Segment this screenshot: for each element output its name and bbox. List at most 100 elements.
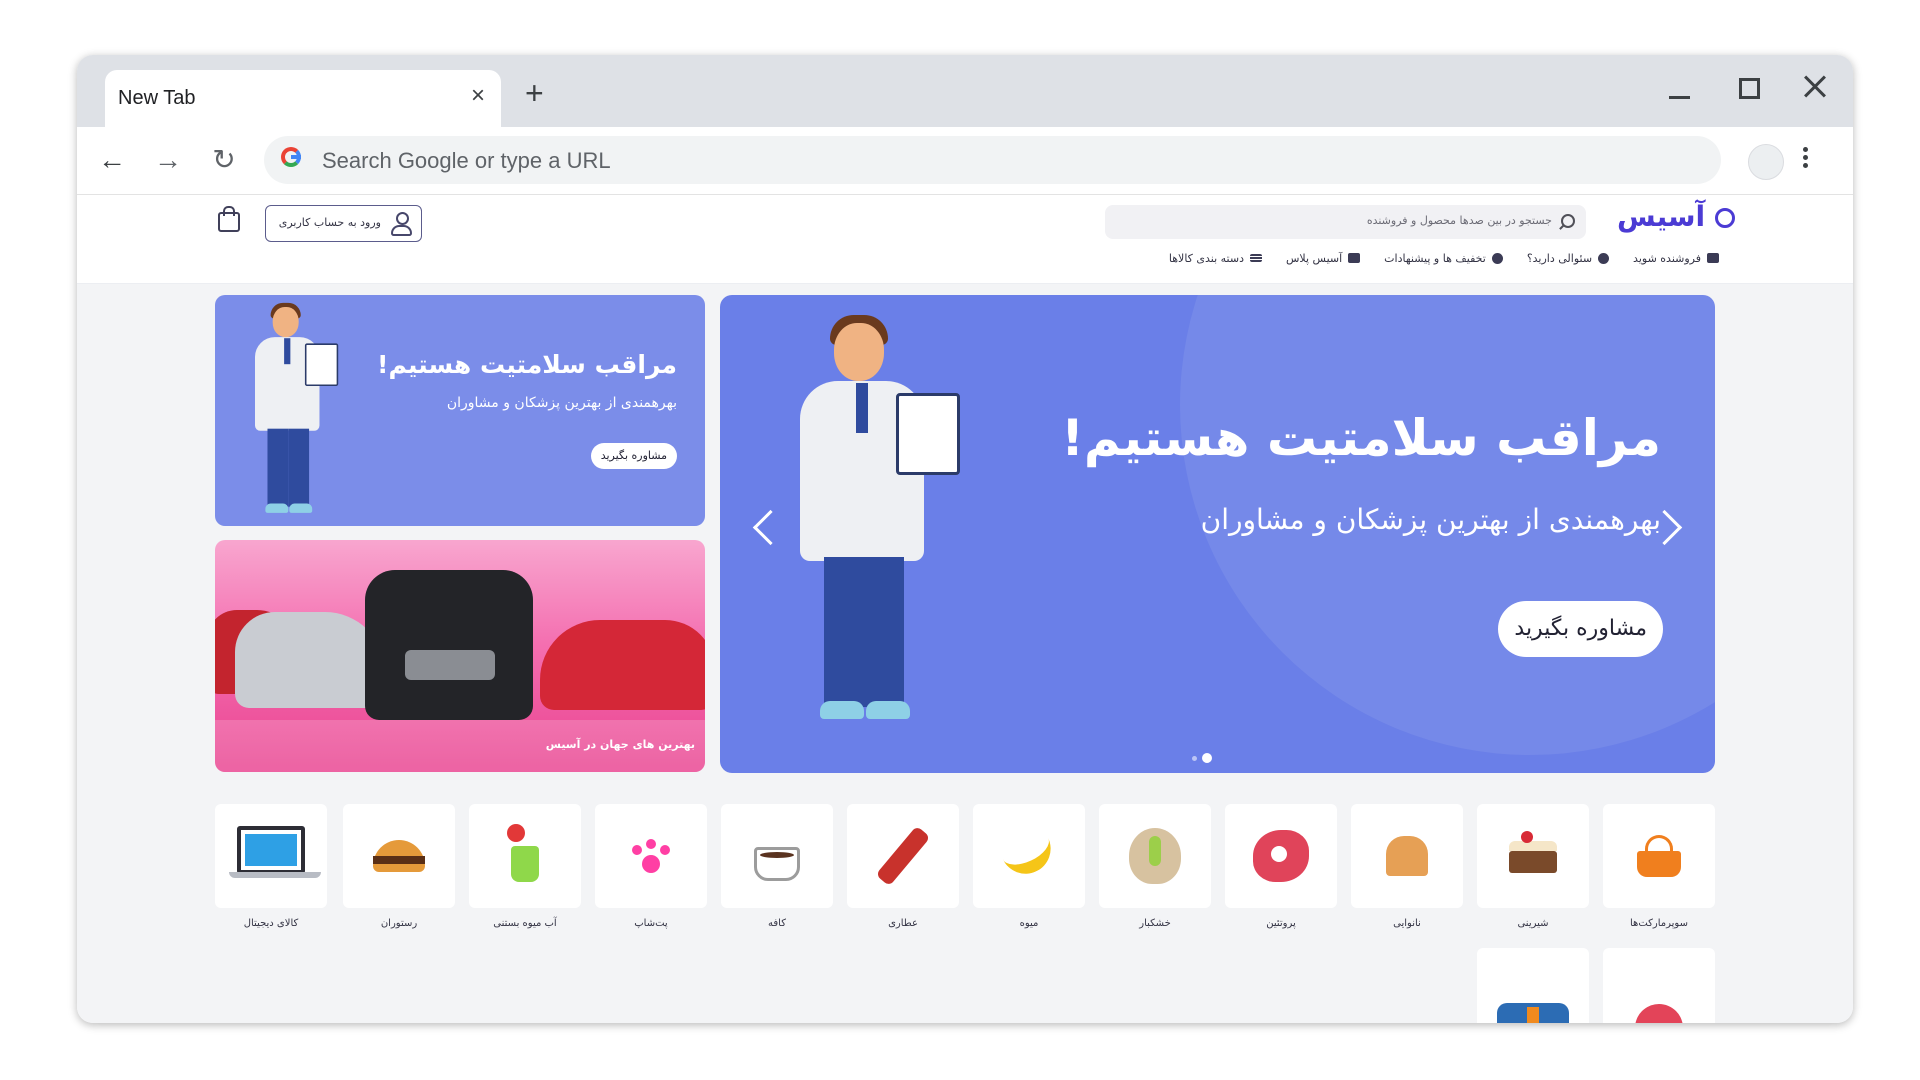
forward-arrow-icon[interactable]: → [153,145,183,175]
menu-item-label: آسیس پلاس [1286,251,1343,265]
profile-avatar[interactable] [1748,144,1784,180]
juice-icon [507,824,539,882]
category-nuts[interactable]: خشکبار [1099,804,1211,929]
category-fruit[interactable]: میوه [973,804,1085,929]
category-bakery[interactable]: نانوایی [1351,804,1463,929]
logo-ring-icon [1714,208,1735,228]
store-icon [1707,253,1719,263]
tab-close-icon[interactable]: × [471,84,485,108]
maximize-icon[interactable] [1728,67,1768,107]
category-restaurant[interactable]: رستوران [343,804,455,929]
clipboard-icon [896,393,960,475]
site-search-input[interactable]: جستجو در بین صدها محصول و فروشنده [1105,205,1586,239]
browser-toolbar: ← → ↻ Search Google or type a URL [77,127,1853,195]
discount-icon [1491,252,1503,264]
black-suv-illustration [365,570,533,720]
category-label: آب میوه بستنی [493,918,557,929]
menu-item-categories[interactable]: دسته بندی کالاها [1169,247,1262,269]
category-sweets[interactable]: شیرینی [1477,804,1589,929]
category-label: میوه [1019,918,1039,929]
side-banner-title: مراقب سلامتیت هستیم! [377,350,677,379]
side-banner-consult-button[interactable]: مشاوره بگیرید [590,443,677,469]
category-cafe[interactable]: کافه [721,804,833,929]
menu-item-label: سئوالی دارید؟ [1526,251,1593,265]
category-petshop[interactable]: پت‌شاپ [595,804,707,929]
site-search-placeholder: جستجو در بین صدها محصول و فروشنده [1366,214,1552,227]
side-banner-cars[interactable]: بهترین های جهان در آسیس [215,540,705,772]
category-label: نانوایی [1393,918,1421,929]
user-icon [391,212,412,236]
cake-icon [1509,831,1557,873]
tab-new-tab[interactable]: New Tab × [105,70,501,127]
main-menu: دسته بندی کالاها آسیس پلاس تخفیف ها و پی… [1169,247,1719,269]
reload-icon[interactable]: ↻ [209,145,239,175]
spice-icon [875,825,931,887]
hero-slider[interactable]: مراقب سلامتیت هستیم! بهرهمندی از بهترین … [720,295,1715,773]
menu-item-label: دسته بندی کالاها [1168,251,1244,265]
page-viewport: آسیس جستجو در بین صدها محصول و فروشنده و… [77,195,1853,1023]
menu-item-become-seller[interactable]: فروشنده شوید [1633,247,1719,269]
menu-item-faq[interactable]: سئوالی دارید؟ [1526,247,1610,269]
category-beauty[interactable] [1603,948,1715,1023]
category-digital[interactable]: کالای دیجیتال [215,804,327,929]
suv-grille [405,650,495,680]
category-label: عطاری [888,918,918,929]
back-arrow-icon[interactable]: ← [97,145,127,175]
meat-icon [1253,830,1309,882]
question-icon [1598,252,1610,264]
site-logo-text: آسیس [1617,200,1706,233]
clipboard-icon [304,343,339,387]
hero-title: مراقب سلامتیت هستیم! [1061,409,1661,467]
category-label: کافه [768,918,786,929]
basket-icon [1637,835,1681,877]
login-button[interactable]: ورود به حساب کاربری [265,205,422,242]
shopping-bag-icon[interactable] [216,205,240,232]
laptop-icon [229,826,321,878]
category-juice[interactable]: آب میوه بستنی [469,804,581,929]
slider-dot[interactable] [1192,755,1197,761]
menu-item-discounts[interactable]: تخفیف ها و پیشنهادات [1384,247,1503,269]
slider-dots [1192,753,1212,763]
category-supermarket[interactable]: سوپرمارکت‌ها [1603,804,1715,929]
slider-dot-active[interactable] [1202,753,1212,763]
menu-icon [1250,254,1262,262]
category-herbal[interactable]: عطاری [847,804,959,929]
menu-item-plus[interactable]: آسیس پلاس [1286,247,1361,269]
category-clothing[interactable] [1477,948,1589,1023]
category-label: رستوران [380,918,418,929]
login-label: ورود به حساب کاربری [278,216,381,229]
minimize-icon[interactable] [1659,67,1699,107]
address-bar[interactable]: Search Google or type a URL [264,136,1721,184]
bread-icon [1386,836,1428,876]
cars-caption: بهترین های جهان در آسیس [545,738,695,751]
hero-subtitle: بهرهمندی از بهترین پزشکان و مشاوران [1200,503,1661,536]
red-sedan-illustration [540,620,705,710]
shirt-icon [1497,1003,1569,1023]
burger-icon [373,840,425,872]
menu-item-label: فروشنده شوید [1633,251,1701,265]
banana-icon [999,830,1059,882]
tab-title: New Tab [118,87,196,109]
side-banner-subtitle: بهرهمندی از بهترین پزشکان و مشاوران [446,395,677,411]
paw-icon [642,855,660,873]
menu-item-label: تخفیف ها و پیشنهادات [1384,251,1486,265]
tab-strip: New Tab × + [77,55,1853,127]
search-icon [1561,214,1575,228]
coffee-cup-icon [754,847,800,881]
side-banner-health[interactable]: مراقب سلامتیت هستیم! بهرهمندی از بهترین … [215,295,705,526]
google-icon [281,147,301,167]
category-label: پت‌شاپ [634,918,668,929]
address-bar-placeholder: Search Google or type a URL [322,148,611,173]
category-label: پروتئین [1266,918,1296,929]
category-label: شیرینی [1517,918,1549,929]
category-label: سوپرمارکت‌ها [1630,918,1688,929]
pistachio-icon [1129,828,1181,884]
hero-consult-button[interactable]: مشاوره بگیرید [1498,601,1663,657]
slider-prev-icon[interactable] [752,509,789,546]
site-logo[interactable]: آسیس [1617,200,1737,233]
category-protein[interactable]: پروتئین [1225,804,1337,929]
window-close-icon[interactable] [1796,67,1836,107]
kebab-menu-icon[interactable] [1801,144,1809,178]
category-label: کالای دیجیتال [243,918,299,929]
new-tab-icon[interactable]: + [525,77,544,109]
